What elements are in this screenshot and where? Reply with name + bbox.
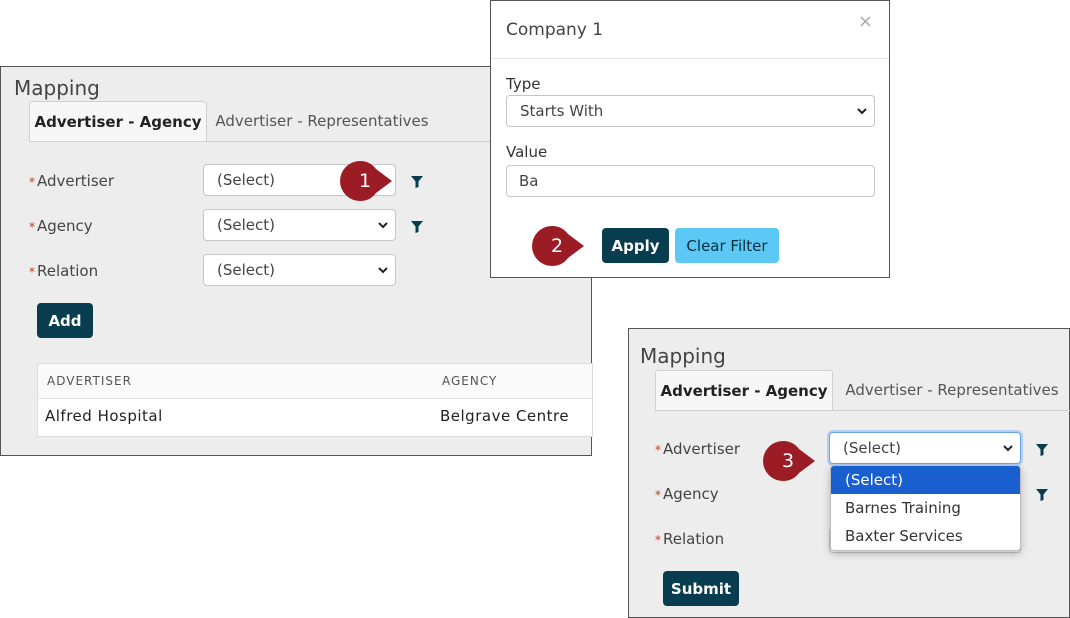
apply-button[interactable]: Apply (602, 228, 669, 263)
mapping-table: ADVERTISER AGENCY Alfred Hospital Belgra… (37, 363, 593, 437)
value-input[interactable]: Ba (506, 165, 875, 197)
add-button[interactable]: Add (37, 303, 93, 338)
filter-icon[interactable] (1036, 444, 1048, 456)
value-label: Value (506, 143, 548, 161)
header-advertiser: ADVERTISER (47, 374, 132, 388)
submit-button[interactable]: Submit (663, 571, 739, 606)
filter-icon[interactable] (1036, 489, 1048, 501)
panel-title: Mapping (14, 76, 100, 100)
modal-title: Company 1 (506, 20, 604, 40)
chevron-down-icon (378, 222, 388, 229)
filter-icon[interactable] (411, 176, 423, 188)
agency-label: * Agency (29, 217, 93, 235)
modal-header-divider (491, 58, 889, 59)
dropdown-option[interactable]: Baxter Services (831, 522, 1020, 550)
relation-select[interactable]: (Select) (203, 254, 396, 286)
clear-filter-button[interactable]: Clear Filter (675, 228, 779, 263)
tab-advertiser-agency[interactable]: Advertiser - Agency (655, 370, 833, 410)
type-select[interactable]: Starts With (506, 95, 875, 127)
dropdown-option[interactable]: Barnes Training (831, 494, 1020, 522)
close-icon[interactable]: × (858, 11, 873, 32)
callout-3: 3 (781, 450, 795, 472)
chevron-down-icon (857, 108, 867, 115)
advertiser-dropdown-list: (Select) Barnes Training Baxter Services (830, 465, 1021, 551)
advertiser-label: * Advertiser (655, 440, 741, 458)
cell-advertiser: Alfred Hospital (45, 407, 163, 425)
cell-agency: Belgrave Centre (440, 407, 570, 425)
dropdown-option[interactable]: (Select) (831, 466, 1020, 494)
advertiser-select[interactable]: (Select) (829, 432, 1021, 464)
mapping-panel-2: Mapping Advertiser - Agency Advertiser -… (628, 328, 1070, 618)
relation-label: * Relation (655, 530, 725, 548)
agency-label: * Agency (655, 485, 719, 503)
tab-advertiser-representatives[interactable]: Advertiser - Representatives (841, 370, 1063, 410)
filter-icon[interactable] (411, 221, 423, 233)
chevron-down-icon (378, 267, 388, 274)
panel-title: Mapping (640, 344, 726, 368)
relation-label: * Relation (29, 262, 99, 280)
header-agency: AGENCY (442, 374, 498, 388)
callout-2: 2 (550, 235, 564, 257)
callout-1: 1 (358, 170, 372, 192)
advertiser-label: * Advertiser (29, 172, 115, 190)
chevron-down-icon (1003, 445, 1013, 452)
agency-select[interactable]: (Select) (203, 209, 396, 241)
type-label: Type (506, 75, 541, 93)
tab-advertiser-agency[interactable]: Advertiser - Agency (29, 101, 207, 141)
tab-advertiser-representatives[interactable]: Advertiser - Representatives (215, 101, 429, 141)
tab-bar: Advertiser - Agency Advertiser - Represe… (655, 370, 1070, 411)
